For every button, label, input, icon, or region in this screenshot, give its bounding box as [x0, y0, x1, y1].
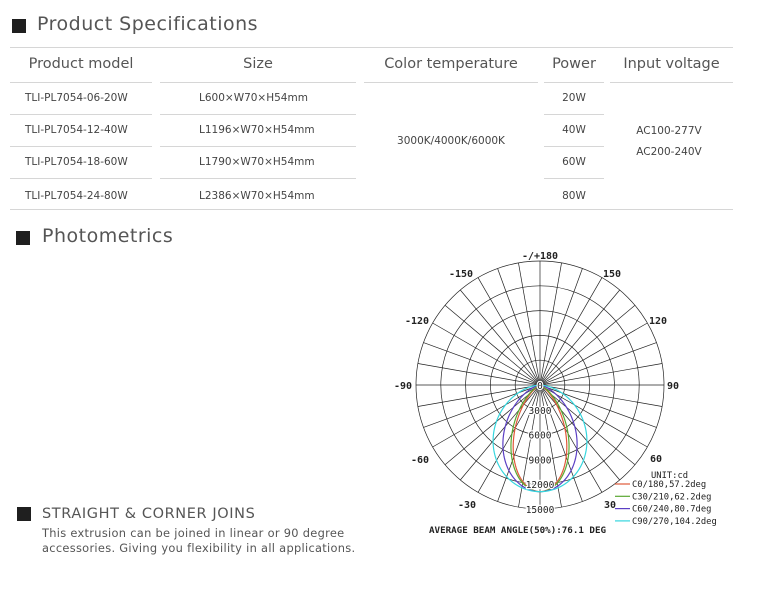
beam-angle-footer: AVERAGE BEAM ANGLE(50%):76.1 DEG: [429, 525, 606, 536]
photometrics-title: Photometrics: [42, 225, 174, 247]
row-2-model: TLI-PL7054-12-40W: [25, 124, 128, 136]
row-rule: [544, 114, 604, 115]
color-temperature-value: 3000K/4000K/6000K: [397, 135, 505, 147]
row-rule: [10, 146, 152, 147]
specs-title: Product Specifications: [37, 13, 259, 35]
angle-label: 150: [603, 269, 621, 280]
section-marker: [17, 507, 31, 521]
table-bottom-rule: [10, 209, 733, 210]
angle-label: 120: [649, 316, 667, 327]
row-rule: [544, 178, 604, 179]
row-rule: [160, 178, 356, 179]
row-3-power: 60W: [562, 156, 586, 168]
row-rule: [160, 146, 356, 147]
row-2-size: L1196×W70×H54mm: [199, 124, 315, 136]
header-input-voltage: Input voltage: [623, 56, 720, 72]
header-product-model: Product model: [28, 56, 134, 72]
row-3-size: L1790×W70×H54mm: [199, 156, 315, 168]
angle-label: -120: [405, 316, 429, 327]
joins-title: STRAIGHT & CORNER JOINS: [42, 506, 256, 522]
radial-tick-label: 12000: [526, 480, 555, 491]
row-3-model: TLI-PL7054-18-60W: [25, 156, 128, 168]
angle-label: -/+180: [522, 251, 558, 262]
legend-entry: C0/180,57.2deg: [632, 480, 706, 490]
angle-label: 30: [604, 500, 616, 511]
header-rule: [364, 82, 538, 83]
row-2-power: 40W: [562, 124, 586, 136]
legend-entry: C90/270,104.2deg: [632, 517, 717, 527]
header-rule: [10, 82, 152, 83]
header-size: Size: [243, 56, 273, 72]
input-voltage-1: AC100-277V: [636, 125, 702, 137]
angle-label: -30: [458, 500, 476, 511]
legend-entry: C30/210,62.2deg: [632, 492, 711, 502]
row-rule: [160, 114, 356, 115]
row-rule: [544, 146, 604, 147]
angle-label: -60: [411, 455, 429, 466]
legend-entry: C60/240,80.7deg: [632, 505, 711, 515]
input-voltage-2: AC200-240V: [636, 146, 702, 158]
radial-tick-label: 15000: [526, 505, 555, 516]
row-4-power: 80W: [562, 190, 586, 202]
section-marker: [12, 19, 26, 33]
radial-tick-label: 9000: [529, 455, 552, 466]
header-power: Power: [552, 56, 596, 72]
header-rule: [610, 82, 733, 83]
angle-label: -150: [449, 269, 473, 280]
header-rule: [544, 82, 604, 83]
table-top-rule: [10, 47, 733, 48]
row-rule: [10, 114, 152, 115]
row-1-model: TLI-PL7054-06-20W: [25, 92, 128, 104]
row-4-size: L2386×W70×H54mm: [199, 190, 315, 202]
angle-label: 60: [650, 454, 662, 465]
section-marker: [16, 231, 30, 245]
polar-intensity-chart: 0 3000 6000 9000 12000 15000 -/+180 -150 150 -120…: [394, 251, 717, 536]
radial-tick-label: 3000: [529, 406, 552, 417]
header-rule: [160, 82, 356, 83]
row-1-power: 20W: [562, 92, 586, 104]
row-rule: [10, 178, 152, 179]
radial-tick-label: 6000: [529, 431, 552, 442]
joins-description: This extrusion can be joined in linear o…: [42, 526, 356, 555]
header-color-temperature: Color temperature: [384, 56, 518, 72]
row-1-size: L600×W70×H54mm: [199, 92, 308, 104]
radial-tick-label: 0: [537, 381, 543, 392]
row-4-model: TLI-PL7054-24-80W: [25, 190, 128, 202]
angle-label: -90: [394, 381, 412, 392]
angle-label: 90: [667, 381, 679, 392]
